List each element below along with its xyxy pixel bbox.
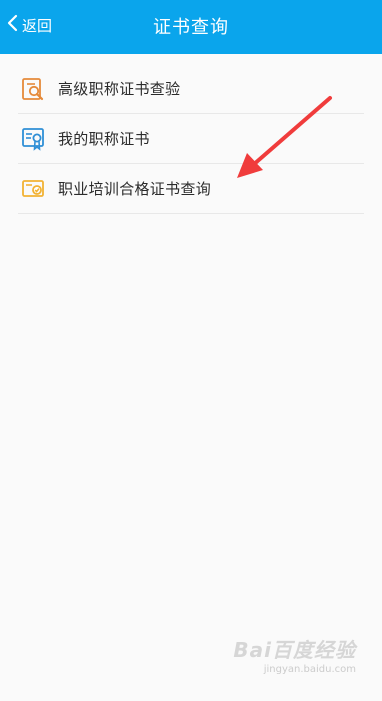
menu-item-senior-title-verification[interactable]: 高级职称证书查验 (18, 64, 364, 114)
menu-item-vocational-training-certificate[interactable]: 职业培训合格证书查询 (18, 164, 364, 214)
watermark-url: jingyan.baidu.com (263, 664, 356, 675)
menu-item-label: 高级职称证书查验 (58, 80, 181, 98)
page-title: 证书查询 (153, 17, 229, 38)
menu-item-label: 职业培训合格证书查询 (58, 180, 212, 198)
menu-item-label: 我的职称证书 (58, 130, 150, 148)
certificate-check-icon (20, 176, 46, 202)
watermark-logo: Bai百度经验 (233, 638, 356, 662)
certificate-menu-list: 高级职称证书查验 我的职称证书 职业培训合格证书查询 (0, 64, 382, 214)
watermark: Bai百度经验 jingyan.baidu.com (233, 634, 356, 675)
menu-item-my-title-certificate[interactable]: 我的职称证书 (18, 114, 364, 164)
certificate-search-icon (20, 76, 46, 102)
top-navigation-bar: 返回 证书查询 (0, 0, 382, 54)
certificate-badge-icon (20, 126, 46, 152)
